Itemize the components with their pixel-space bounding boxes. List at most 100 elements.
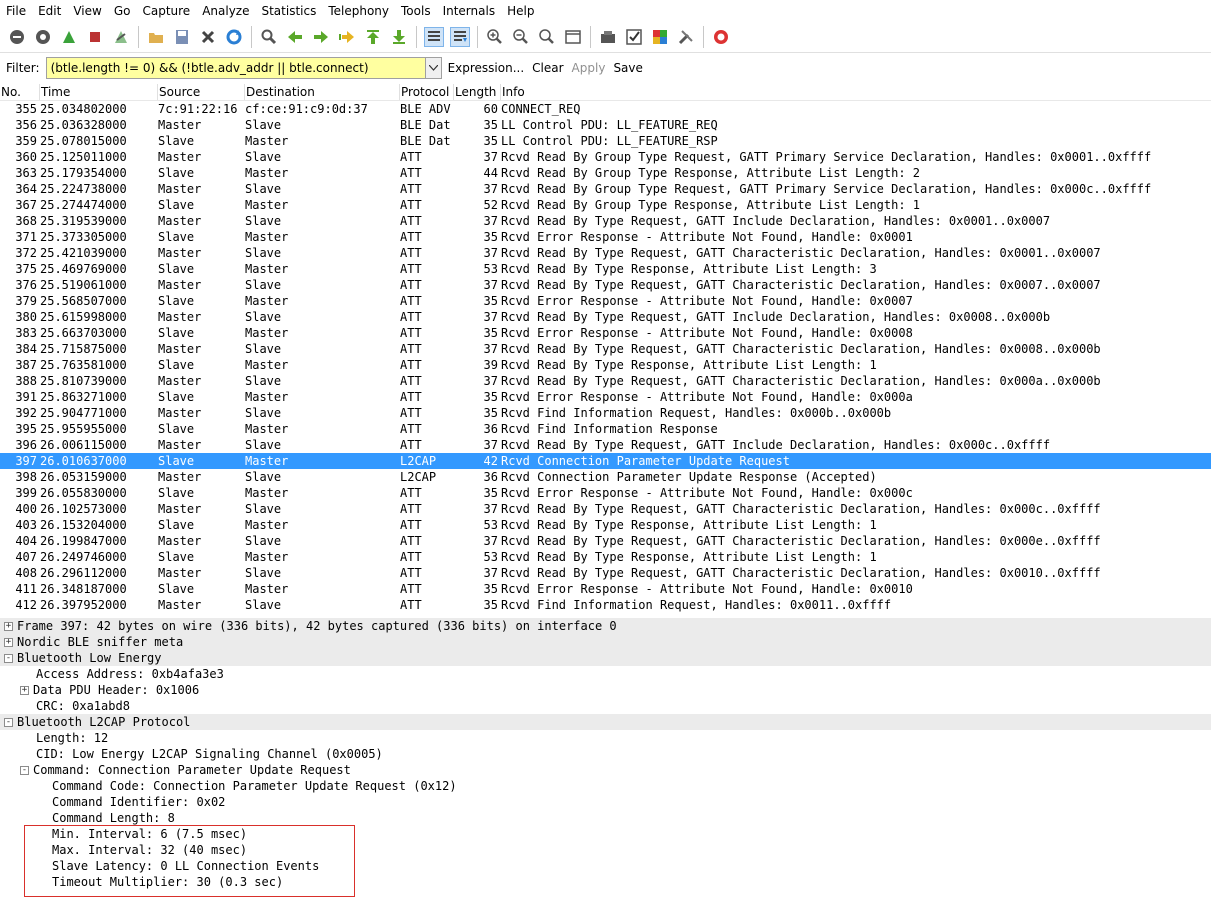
close-file-icon[interactable]: [198, 27, 218, 47]
help-icon[interactable]: [711, 27, 731, 47]
menu-statistics[interactable]: Statistics: [255, 0, 322, 22]
table-row[interactable]: 411 26.348187000 Slave Master ATT 35 Rcvd Erro…: [0, 581, 1211, 597]
table-row[interactable]: 407 26.249746000 Slave Master ATT 53 Rcvd Read…: [0, 549, 1211, 565]
restart-capture-icon[interactable]: [111, 27, 131, 47]
autoscroll-icon[interactable]: [450, 27, 470, 47]
go-back-icon[interactable]: [285, 27, 305, 47]
table-row[interactable]: 371 25.373305000 Slave Master ATT 35 Rcvd Erro…: [0, 229, 1211, 245]
table-row[interactable]: 396 26.006115000 Master Slave ATT 37 Rcvd Read…: [0, 437, 1211, 453]
detail-tree-item[interactable]: - Command: Connection Parameter Update Re…: [0, 762, 1211, 778]
detail-tree-item[interactable]: Command Code: Connection Parameter Updat…: [0, 778, 1211, 794]
table-row[interactable]: 380 25.615998000 Master Slave ATT 37 Rcvd Read…: [0, 309, 1211, 325]
go-forward-icon[interactable]: [311, 27, 331, 47]
menu-go[interactable]: Go: [108, 0, 137, 22]
menu-tools[interactable]: Tools: [395, 0, 437, 22]
column-header-source[interactable]: Source: [158, 84, 245, 100]
menu-internals[interactable]: Internals: [437, 0, 502, 22]
table-row[interactable]: 400 26.102573000 Master Slave ATT 37 Rcvd Read…: [0, 501, 1211, 517]
resize-columns-icon[interactable]: [563, 27, 583, 47]
table-row[interactable]: 404 26.199847000 Master Slave ATT 37 Rcvd Read…: [0, 533, 1211, 549]
packet-list[interactable]: No. Time Source Destination Protocol Len…: [0, 84, 1211, 614]
table-row[interactable]: 399 26.055830000 Slave Master ATT 35 Rcvd Erro…: [0, 485, 1211, 501]
open-file-icon[interactable]: [146, 27, 166, 47]
detail-tree-item[interactable]: + Data PDU Header: 0x1006: [0, 682, 1211, 698]
detail-tree-item[interactable]: + Nordic BLE sniffer meta: [0, 634, 1211, 650]
last-packet-icon[interactable]: [389, 27, 409, 47]
table-row[interactable]: 363 25.179354000 Slave Master ATT 44 Rcvd Read…: [0, 165, 1211, 181]
table-row[interactable]: 388 25.810739000 Master Slave ATT 37 Rcvd Read…: [0, 373, 1211, 389]
table-row[interactable]: 360 25.125011000 Master Slave ATT 37 Rcvd Read…: [0, 149, 1211, 165]
table-row[interactable]: 364 25.224738000 Master Slave ATT 37 Rcvd Read…: [0, 181, 1211, 197]
first-packet-icon[interactable]: [363, 27, 383, 47]
table-row[interactable]: 359 25.078015000 Slave Master BLE Dat 35 LL Co…: [0, 133, 1211, 149]
menu-help[interactable]: Help: [501, 0, 540, 22]
table-row[interactable]: 397 26.010637000 Slave Master L2CAP 42 Rcvd Co…: [0, 453, 1211, 469]
expand-icon[interactable]: +: [4, 637, 13, 647]
table-row[interactable]: 375 25.469769000 Slave Master ATT 53 Rcvd Read…: [0, 261, 1211, 277]
expand-icon[interactable]: +: [20, 685, 29, 695]
detail-tree-item[interactable]: Length: 12: [0, 730, 1211, 746]
capture-options-icon[interactable]: [33, 27, 53, 47]
table-row[interactable]: 355 25.034802000 7c:91:22:16 cf:ce:91:c9:0d…: [0, 101, 1211, 117]
menu-capture[interactable]: Capture: [136, 0, 196, 22]
menu-view[interactable]: View: [67, 0, 107, 22]
stop-capture-icon[interactable]: [85, 27, 105, 47]
detail-tree-item[interactable]: Access Address: 0xb4afa3e3: [0, 666, 1211, 682]
column-header-no[interactable]: No.: [0, 84, 40, 100]
column-header-protocol[interactable]: Protocol: [400, 84, 454, 100]
expression-button[interactable]: Expression...: [448, 61, 525, 75]
collapse-icon[interactable]: -: [4, 653, 13, 663]
interface-list-icon[interactable]: [7, 27, 27, 47]
table-row[interactable]: 384 25.715875000 Master Slave ATT 37 Rcvd Read…: [0, 341, 1211, 357]
menu-telephony[interactable]: Telephony: [322, 0, 395, 22]
coloring-rules-icon[interactable]: [650, 27, 670, 47]
table-row[interactable]: 392 25.904771000 Master Slave ATT 35 Rcvd Find…: [0, 405, 1211, 421]
table-row[interactable]: 395 25.955955000 Slave Master ATT 36 Rcvd Find…: [0, 421, 1211, 437]
column-header-time[interactable]: Time: [40, 84, 158, 100]
table-row[interactable]: 408 26.296112000 Master Slave ATT 37 Rcvd Read…: [0, 565, 1211, 581]
save-file-icon[interactable]: [172, 27, 192, 47]
detail-tree-item[interactable]: CID: Low Energy L2CAP Signaling Channel …: [0, 746, 1211, 762]
colorize-icon[interactable]: [424, 27, 444, 47]
detail-tree-item[interactable]: + Frame 397: 42 bytes on wire (336 bits),…: [0, 618, 1211, 634]
table-row[interactable]: 403 26.153204000 Slave Master ATT 53 Rcvd Read…: [0, 517, 1211, 533]
table-row[interactable]: 412 26.397952000 Master Slave ATT 35 Rcvd Find…: [0, 597, 1211, 613]
save-filter-button[interactable]: Save: [613, 61, 642, 75]
capture-filters-icon[interactable]: [598, 27, 618, 47]
start-capture-icon[interactable]: [59, 27, 79, 47]
collapse-icon[interactable]: -: [4, 717, 13, 727]
apply-button[interactable]: Apply: [572, 61, 606, 75]
menu-file[interactable]: File: [0, 0, 32, 22]
table-row[interactable]: 379 25.568507000 Slave Master ATT 35 Rcvd Erro…: [0, 293, 1211, 309]
column-header-destination[interactable]: Destination: [245, 84, 400, 100]
clear-button[interactable]: Clear: [532, 61, 563, 75]
detail-tree-item[interactable]: Command Identifier: 0x02: [0, 794, 1211, 810]
table-row[interactable]: 356 25.036328000 Master Slave BLE Dat 35 LL Co…: [0, 117, 1211, 133]
table-row[interactable]: 372 25.421039000 Master Slave ATT 37 Rcvd Read…: [0, 245, 1211, 261]
table-row[interactable]: 368 25.319539000 Master Slave ATT 37 Rcvd Read…: [0, 213, 1211, 229]
zoom-out-icon[interactable]: [511, 27, 531, 47]
column-header-length[interactable]: Length: [454, 84, 501, 100]
reload-icon[interactable]: [224, 27, 244, 47]
table-row[interactable]: 376 25.519061000 Master Slave ATT 37 Rcvd Read…: [0, 277, 1211, 293]
collapse-icon[interactable]: -: [20, 765, 29, 775]
find-icon[interactable]: [259, 27, 279, 47]
display-filters-icon[interactable]: [624, 27, 644, 47]
detail-tree-item[interactable]: - Bluetooth Low Energy: [0, 650, 1211, 666]
filter-input[interactable]: (btle.length != 0) && (!btle.adv_addr ||…: [45, 57, 426, 79]
detail-tree-item[interactable]: Command Length: 8: [0, 810, 1211, 826]
table-row[interactable]: 387 25.763581000 Slave Master ATT 39 Rcvd Read…: [0, 357, 1211, 373]
column-header-info[interactable]: Info: [501, 84, 1211, 100]
menu-analyze[interactable]: Analyze: [196, 0, 255, 22]
normal-size-icon[interactable]: [537, 27, 557, 47]
preferences-icon[interactable]: [676, 27, 696, 47]
menu-edit[interactable]: Edit: [32, 0, 67, 22]
table-row[interactable]: 367 25.274474000 Slave Master ATT 52 Rcvd Read…: [0, 197, 1211, 213]
table-row[interactable]: 398 26.053159000 Master Slave L2CAP 36 Rcvd Co…: [0, 469, 1211, 485]
go-to-packet-icon[interactable]: [337, 27, 357, 47]
zoom-in-icon[interactable]: [485, 27, 505, 47]
table-row[interactable]: 391 25.863271000 Slave Master ATT 35 Rcvd Erro…: [0, 389, 1211, 405]
expand-icon[interactable]: +: [4, 621, 13, 631]
detail-tree-item[interactable]: CRC: 0xa1abd8: [0, 698, 1211, 714]
filter-dropdown-button[interactable]: [425, 57, 442, 79]
